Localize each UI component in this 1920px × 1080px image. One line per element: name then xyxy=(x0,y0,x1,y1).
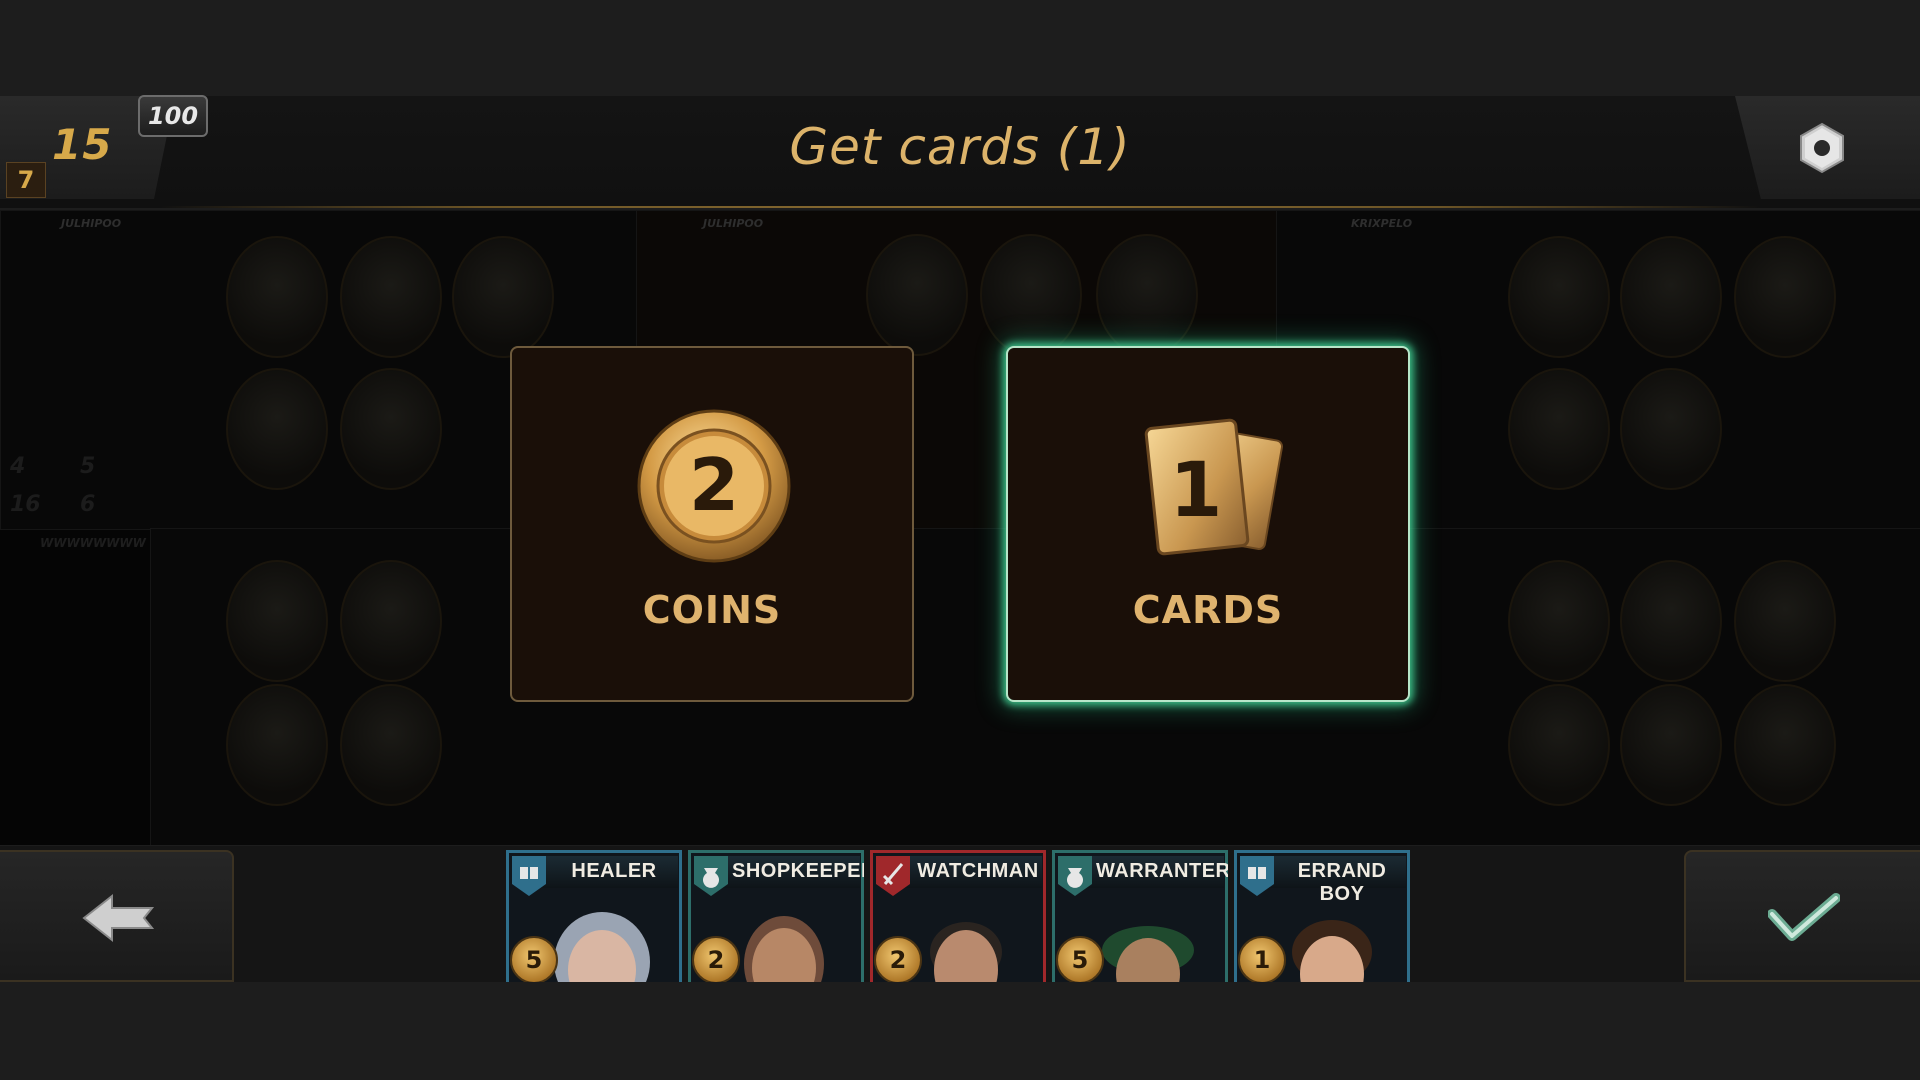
hand-card-healer[interactable]: HEALER 5 xyxy=(506,850,682,982)
hand-card-warranter[interactable]: WARRANTER 5 xyxy=(1052,850,1228,982)
game-screen: 100 15 7 Get cards (1) JULHIPOO JULHIPOO… xyxy=(0,0,1920,1080)
hand-card-shopkeeper[interactable]: SHOPKEEPER 2 xyxy=(688,850,864,982)
stat-value: 16 xyxy=(10,492,41,517)
character-portrait xyxy=(1508,368,1610,490)
svg-text:2: 2 xyxy=(689,443,739,527)
back-button[interactable] xyxy=(0,850,234,982)
card-cost: 5 xyxy=(1056,936,1104,982)
confirm-button[interactable] xyxy=(1684,850,1920,982)
character-portrait xyxy=(866,234,968,356)
header-divider xyxy=(160,206,1760,208)
character-portrait xyxy=(226,236,328,358)
character-portrait xyxy=(340,236,442,358)
checkmark-icon xyxy=(1768,893,1840,941)
player-name: WWWWWWWW xyxy=(40,536,146,550)
stat-value: 6 xyxy=(80,492,96,517)
take-cards-option[interactable]: 1 CARDS xyxy=(1006,346,1410,702)
card-name: WARRANTER xyxy=(1096,860,1228,882)
character-portrait xyxy=(340,368,442,490)
player-name: JULHIPOO xyxy=(703,217,764,230)
character-portrait xyxy=(1096,234,1198,356)
character-portrait xyxy=(340,560,442,682)
card-name: SHOPKEEPER xyxy=(732,860,864,882)
character-portrait xyxy=(1508,684,1610,806)
gear-icon[interactable] xyxy=(1796,122,1848,174)
character-portrait xyxy=(1620,368,1722,490)
cards-label: CARDS xyxy=(1132,588,1284,632)
player-name: JULHIPOO xyxy=(61,217,122,230)
character-portrait xyxy=(452,236,554,358)
character-portrait xyxy=(340,684,442,806)
character-portrait xyxy=(1508,236,1610,358)
player-name: KRIXPELO xyxy=(1351,217,1413,230)
coins-label: COINS xyxy=(642,588,782,632)
character-portrait xyxy=(226,684,328,806)
character-portrait xyxy=(1620,236,1722,358)
card-cost: 5 xyxy=(510,936,558,982)
character-portrait xyxy=(226,368,328,490)
character-portrait xyxy=(1620,560,1722,682)
character-portrait xyxy=(1734,560,1836,682)
card-cost: 1 xyxy=(1238,936,1286,982)
character-portrait xyxy=(980,234,1082,356)
coin-icon: 2 xyxy=(637,409,791,563)
character-portrait xyxy=(1734,236,1836,358)
svg-text:1: 1 xyxy=(1170,445,1223,534)
stat-value: 5 xyxy=(80,454,96,479)
character-portrait xyxy=(226,560,328,682)
card-name: WATCHMAN xyxy=(917,860,1039,882)
character-portrait xyxy=(1734,684,1836,806)
game-board: JULHIPOO JULHIPOO KRIXPELO WWWWWWWW 4 5 … xyxy=(0,210,1920,845)
character-portrait xyxy=(1620,684,1722,806)
hand-card-errand-boy[interactable]: ERRAND BOY 1 xyxy=(1234,850,1410,982)
page-title: Get cards (1) xyxy=(789,118,1131,176)
character-portrait xyxy=(1508,560,1610,682)
stat-value: 4 xyxy=(10,454,26,479)
card-name: HEALER xyxy=(571,860,657,882)
back-arrow-icon xyxy=(82,893,154,943)
card-cost: 2 xyxy=(874,936,922,982)
card-cost: 2 xyxy=(692,936,740,982)
cards-icon: 1 xyxy=(1144,418,1284,556)
hand-card-watchman[interactable]: WATCHMAN 2 xyxy=(870,850,1046,982)
take-coins-option[interactable]: 2 COINS xyxy=(510,346,914,702)
